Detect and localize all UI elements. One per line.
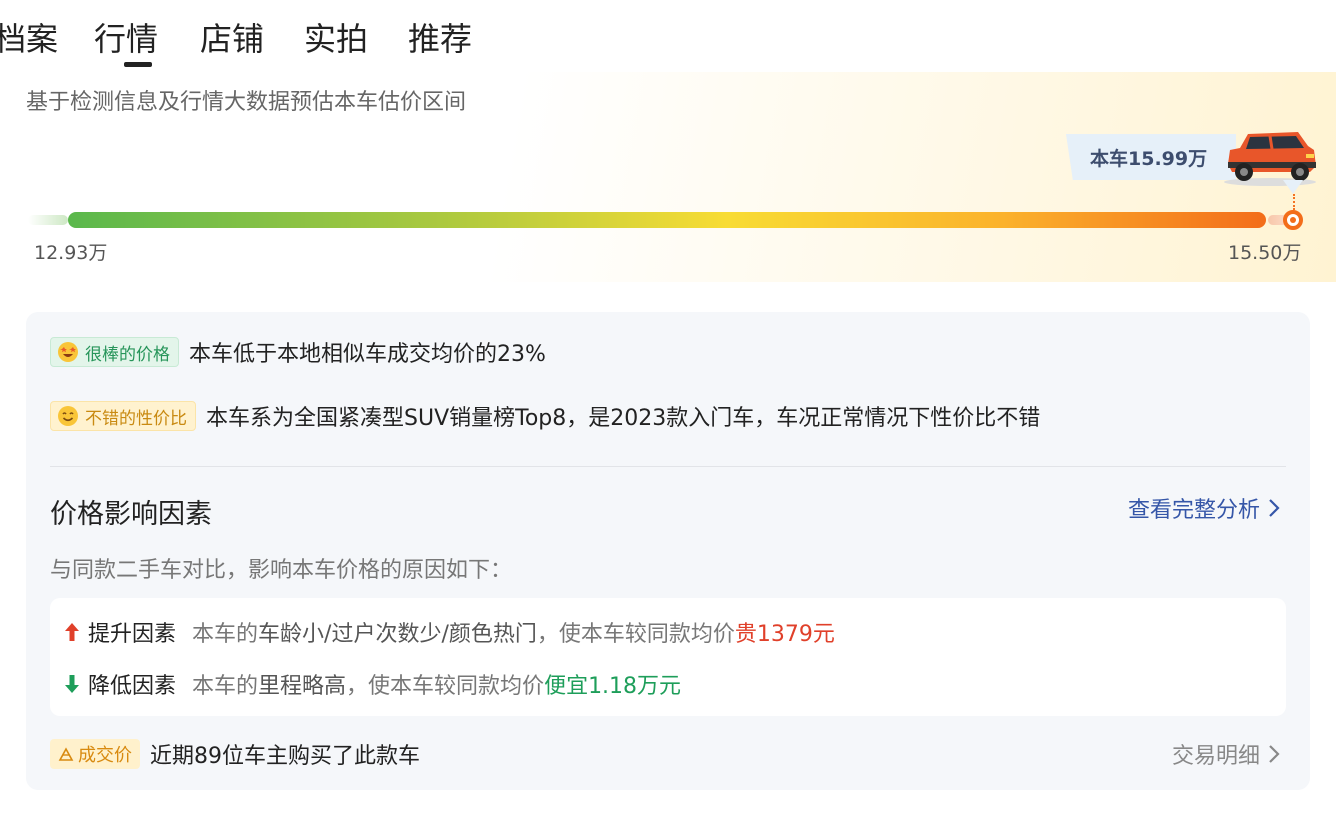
good-value-text: 本车系为全国紧凑型SUV销量榜Top8，是2023款入门车，车况正常情况下性价比… <box>206 406 1041 431</box>
tab-store[interactable]: 店铺 <box>200 14 264 60</box>
up-factor-prefix: 本车的 <box>192 622 259 647</box>
highlight-row: 很棒的价格 本车低于本地相似车成交均价的23% <box>50 336 546 368</box>
tab-photos[interactable]: 实拍 <box>304 14 368 60</box>
down-factor-mid: ，使本车较同款均价 <box>346 674 545 699</box>
good-value-label: 不错的性价比 <box>85 408 187 429</box>
great-price-badge: 很棒的价格 <box>50 337 179 367</box>
full-analysis-label: 查看完整分析 <box>1127 498 1260 523</box>
deal-detail-link[interactable]: 交易明细 <box>1172 738 1280 770</box>
down-factor-amount: 便宜1.18万元 <box>544 674 682 699</box>
chevron-right-icon <box>1269 499 1280 517</box>
great-price-text: 本车低于本地相似车成交均价的23% <box>189 342 546 367</box>
down-factor-items: 里程略高 <box>258 674 347 699</box>
up-factor-title: 提升因素 <box>88 622 177 647</box>
down-factor-row: 降低因素 本车的里程略高，使本车较同款均价便宜1.18万元 <box>64 668 681 700</box>
car-price-label: 本车15.99万 <box>1090 147 1208 170</box>
estimate-subtitle: 基于检测信息及行情大数据预估本车估价区间 <box>26 90 467 115</box>
deal-text: 近期89位车主购买了此款车 <box>150 744 420 769</box>
arrow-up-icon <box>65 623 79 641</box>
up-factor-items: 车龄小/过户次数少/颜色热门 <box>258 622 537 647</box>
tab-market[interactable]: 行情 <box>94 14 158 67</box>
tab-bar: 档案 行情 店铺 实拍 推荐 <box>0 0 1336 72</box>
arrow-down-icon <box>65 675 79 693</box>
factors-box: 提升因素 本车的车龄小/过户次数少/颜色热门，使本车较同款均价贵1379元 降低… <box>50 598 1286 716</box>
up-factor-desc: 本车的车龄小/过户次数少/颜色热门，使本车较同款均价贵1379元 <box>192 616 835 648</box>
down-factor-title: 降低因素 <box>88 674 177 699</box>
factors-title: 价格影响因素 <box>50 499 212 530</box>
tab-archive[interactable]: 档案 <box>0 14 58 60</box>
up-factor-row: 提升因素 本车的车龄小/过户次数少/颜色热门，使本车较同款均价贵1379元 <box>64 616 835 648</box>
car-thumbnail-icon <box>1224 132 1316 186</box>
deal-tag-icon <box>58 747 74 761</box>
marker-dotted-line <box>1293 194 1295 210</box>
up-factor-mid: ，使本车较同款均价 <box>536 622 735 647</box>
factors-subtitle: 与同款二手车对比，影响本车价格的原因如下： <box>50 558 513 583</box>
deal-price-badge: 成交价 <box>50 739 140 769</box>
down-factor-desc: 本车的里程略高，使本车较同款均价便宜1.18万元 <box>192 668 681 700</box>
price-marker <box>1283 210 1303 230</box>
car-pointer-icon <box>1283 180 1303 194</box>
range-min-label: 12.93万 <box>34 242 108 264</box>
deal-row: 成交价 近期89位车主购买了此款车 <box>50 738 420 770</box>
good-value-badge: 不错的性价比 <box>50 401 196 431</box>
bar-left-cap <box>28 215 68 225</box>
tab-recommend[interactable]: 推荐 <box>408 14 472 60</box>
star-eyes-emoji-icon <box>58 342 78 362</box>
smile-emoji-icon <box>58 406 78 426</box>
deal-price-label: 成交价 <box>78 745 132 766</box>
down-factor-prefix: 本车的 <box>192 674 259 699</box>
chevron-right-icon <box>1269 745 1280 763</box>
highlight-row: 不错的性价比 本车系为全国紧凑型SUV销量榜Top8，是2023款入门车，车况正… <box>50 400 1040 432</box>
car-price-tag: 本车15.99万 <box>1066 134 1236 180</box>
full-analysis-link[interactable]: 查看完整分析 <box>1128 492 1280 524</box>
price-range-bar <box>28 212 1298 228</box>
range-max-label: 15.50万 <box>1228 242 1302 264</box>
bar-gradient-fill <box>68 212 1266 228</box>
great-price-label: 很棒的价格 <box>85 344 170 365</box>
up-factor-amount: 贵1379元 <box>734 622 835 647</box>
deal-detail-label: 交易明细 <box>1171 744 1260 769</box>
card-divider <box>50 466 1286 467</box>
price-analysis-card: 很棒的价格 本车低于本地相似车成交均价的23% 不错的性价比 本车系为全国紧凑型… <box>26 312 1310 790</box>
